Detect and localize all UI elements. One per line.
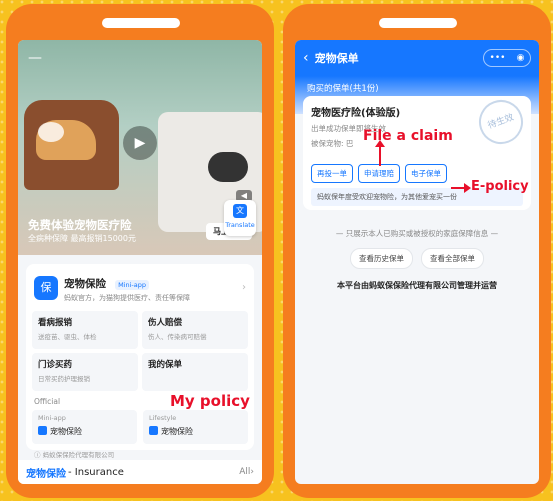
official-card-label: Lifestyle <box>149 414 177 422</box>
official-lifestyle-card[interactable]: Lifestyle 宠物保险 <box>143 410 248 444</box>
footer-operator: 本平台由蚂蚁保保险代理有限公司管理并运营 <box>337 281 497 290</box>
tile-medical-claim[interactable]: 看病报销 送疫苗、驱虫、体检 <box>32 311 138 349</box>
translate-label: Translate <box>225 221 255 229</box>
nav-bar: ‹ 宠物保单 ••• ◉ <box>295 40 539 76</box>
reinsure-button[interactable]: 再投一单 <box>311 164 353 183</box>
bottom-bar-subtitle: - Insurance <box>68 466 124 478</box>
history-actions: 查看历史保单 查看全部保单 <box>295 248 539 269</box>
translate-icon: 文 <box>233 204 247 218</box>
app-card: 保 宠物保险 Mini-app 蚂蚁官方，为猫狗提供医疗、责任等保障 › 看病报… <box>26 264 254 459</box>
phone-speaker <box>102 18 180 28</box>
dog-face <box>38 122 64 142</box>
tile-title: 门诊买药 <box>38 360 73 370</box>
agency-name: 蚂蚁保保险代理有限公司 <box>42 451 115 459</box>
app-header[interactable]: 保 宠物保险 Mini-app 蚂蚁官方，为猫狗提供医疗、责任等保障 › <box>26 264 254 307</box>
close-target-icon[interactable]: ◉ <box>517 53 525 63</box>
app-icon <box>38 426 47 435</box>
official-card-name: 宠物保险 <box>50 427 82 436</box>
info-divider: — 只展示本人已购买或被授权的家庭保障信息 — <box>335 229 499 238</box>
e-policy-button[interactable]: 电子保单 <box>405 164 447 183</box>
left-phone: — ▶ ◀ 免费体验宠物医疗险 全病种保障 最高报销15000元 马上领取 保 … <box>6 4 274 498</box>
all-link[interactable]: All› <box>239 467 254 477</box>
tile-title: 我的保单 <box>148 360 183 370</box>
right-phone: ‹ 宠物保单 ••• ◉ 购买的保单(共1份) 宠物医疗险(体验版) 出单成功保… <box>283 4 551 498</box>
service-grid: 看病报销 送疫苗、驱虫、体检 伤人赔偿 伤人、传染病可赔偿 门诊买药 日常买药护… <box>26 307 254 395</box>
annotation-my-policy: My policy <box>170 392 250 410</box>
official-mini-app-card[interactable]: Mini-app 宠物保险 <box>32 410 137 444</box>
divider-label: 只展示本人已购买或被授权的家庭保障信息 <box>345 229 489 238</box>
file-claim-button[interactable]: 申请理赔 <box>358 164 400 183</box>
chevron-right-icon: › <box>242 282 246 293</box>
tile-desc: 送疫苗、驱虫、体检 <box>38 333 97 341</box>
mini-app-tag: Mini-app <box>115 280 150 290</box>
play-icon[interactable]: ▶ <box>123 126 157 160</box>
official-card-name: 宠物保险 <box>161 427 193 436</box>
annotation-arrow-right <box>451 183 471 193</box>
annotation-e-policy: E-policy <box>471 179 529 194</box>
bottom-bar-title: 宠物保险 <box>26 468 66 480</box>
back-icon[interactable]: ‹ <box>303 50 309 66</box>
tile-outpatient-medicine[interactable]: 门诊买药 日常买药护理报销 <box>32 353 138 391</box>
tile-desc: 伤人、传染病可赔偿 <box>148 333 207 341</box>
nav-title: 宠物保单 <box>314 52 359 65</box>
hero-title: 免费体验宠物医疗险 <box>28 218 132 232</box>
left-screen: — ▶ ◀ 免费体验宠物医疗险 全病种保障 最高报销15000元 马上领取 保 … <box>18 40 262 484</box>
tile-my-policy[interactable]: 我的保单 <box>142 353 248 391</box>
hero-subtitle: 全病种保障 最高报销15000元 <box>28 234 136 243</box>
more-icon[interactable]: ••• <box>490 53 506 63</box>
official-row: Mini-app 宠物保险 Lifestyle 宠物保险 <box>26 408 254 446</box>
app-logo-icon: 保 <box>34 275 58 300</box>
annotation-arrow-up <box>375 140 385 166</box>
policy-count: 购买的保单(共1份) <box>307 84 379 94</box>
app-name: 宠物保险 <box>64 278 106 290</box>
all-label: All <box>239 467 251 477</box>
view-history-button[interactable]: 查看历史保单 <box>350 248 413 269</box>
app-icon <box>149 426 158 435</box>
tile-desc: 日常买药护理报销 <box>38 375 90 383</box>
menu-icon[interactable]: — <box>28 50 42 66</box>
bottom-bar[interactable]: 宠物保险 - Insurance All› <box>18 460 262 484</box>
policy-actions: 再投一单 申请理赔 电子保单 <box>311 164 447 183</box>
capsule-menu[interactable]: ••• ◉ <box>483 49 531 67</box>
view-all-button[interactable]: 查看全部保单 <box>421 248 484 269</box>
app-description: 蚂蚁官方，为猫狗提供医疗、责任等保障 <box>64 294 190 302</box>
tile-injury-compensation[interactable]: 伤人赔偿 伤人、传染病可赔偿 <box>142 311 248 349</box>
official-card-label: Mini-app <box>38 414 66 422</box>
phone-speaker <box>379 18 457 28</box>
translate-button[interactable]: 文 Translate <box>224 200 256 236</box>
cat-image <box>208 152 248 182</box>
tile-title: 伤人赔偿 <box>148 318 183 328</box>
tile-title: 看病报销 <box>38 318 73 328</box>
right-screen: ‹ 宠物保单 ••• ◉ 购买的保单(共1份) 宠物医疗险(体验版) 出单成功保… <box>295 40 539 484</box>
